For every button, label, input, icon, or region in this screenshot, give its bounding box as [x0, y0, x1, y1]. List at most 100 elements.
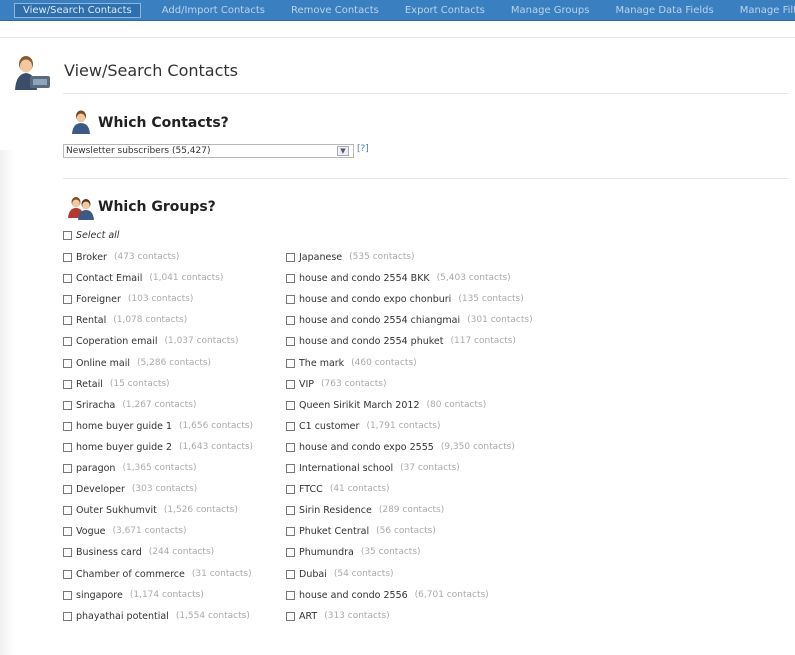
group-option[interactable]: Foreigner (103 contacts)	[63, 291, 193, 307]
group-option[interactable]: Phuket Central (56 contacts)	[286, 523, 436, 539]
select-all-checkbox[interactable]	[63, 230, 72, 240]
group-option[interactable]: house and condo 2554 BKK (5,403 contacts)	[286, 270, 511, 286]
group-checkbox[interactable]	[63, 379, 72, 389]
group-contact-count: (37 contacts)	[400, 463, 460, 473]
group-option[interactable]: Business card (244 contacts)	[63, 544, 214, 560]
group-option[interactable]: Sriracha (1,267 contacts)	[63, 397, 196, 413]
group-name: Queen Sirikit March 2012	[299, 399, 420, 411]
group-checkbox[interactable]	[63, 252, 72, 262]
group-checkbox[interactable]	[63, 294, 72, 304]
group-checkbox[interactable]	[286, 526, 295, 536]
group-contact-count: (54 contacts)	[333, 569, 394, 579]
group-checkbox[interactable]	[286, 442, 295, 452]
nav-item-manage-filters[interactable]: Manage Filters	[727, 5, 795, 16]
group-option[interactable]: singapore (1,174 contacts)	[63, 587, 204, 603]
group-checkbox[interactable]	[286, 379, 295, 389]
group-option[interactable]: house and condo expo chonburi (135 contac…	[286, 291, 524, 307]
group-option[interactable]: Japanese (535 contacts)	[286, 249, 415, 265]
group-option[interactable]: home buyer guide 2 (1,643 contacts)	[63, 439, 253, 455]
group-option[interactable]: Outer Sukhumvit (1,526 contacts)	[63, 502, 238, 518]
group-option[interactable]: ART (313 contacts)	[286, 608, 390, 624]
nav-item-manage-groups[interactable]: Manage Groups	[498, 5, 603, 16]
group-checkbox[interactable]	[63, 611, 72, 621]
group-checkbox[interactable]	[63, 505, 72, 515]
group-checkbox[interactable]	[286, 315, 295, 325]
group-option[interactable]: phayathai potential (1,554 contacts)	[63, 608, 250, 624]
group-checkbox[interactable]	[286, 505, 295, 515]
group-option[interactable]: FTCC (41 contacts)	[286, 481, 390, 497]
group-checkbox[interactable]	[286, 336, 295, 346]
group-checkbox[interactable]	[286, 273, 295, 283]
group-option[interactable]: house and condo 2556 (6,701 contacts)	[286, 587, 489, 603]
group-checkbox[interactable]	[63, 569, 72, 579]
nav-item-add-import-contacts[interactable]: Add/Import Contacts	[149, 5, 278, 16]
group-checkbox[interactable]	[286, 252, 295, 262]
group-option[interactable]: Developer (303 contacts)	[63, 481, 197, 497]
group-checkbox[interactable]	[63, 463, 72, 473]
group-option[interactable]: C1 customer (1,791 contacts)	[286, 418, 440, 434]
group-option[interactable]: house and condo 2554 phuket (117 contacts…	[286, 333, 516, 349]
group-contact-count: (244 contacts)	[148, 547, 215, 557]
group-option[interactable]: Coperation email (1,037 contacts)	[63, 333, 239, 349]
group-name: Outer Sukhumvit	[76, 504, 157, 516]
group-checkbox[interactable]	[286, 611, 295, 621]
group-contact-count: (1,656 contacts)	[179, 421, 254, 431]
group-option[interactable]: house and condo 2554 chiangmai (301 conta…	[286, 312, 533, 328]
group-checkbox[interactable]	[286, 358, 295, 368]
group-option[interactable]: Vogue (3,671 contacts)	[63, 523, 187, 539]
help-link[interactable]: [?]	[357, 144, 369, 154]
group-option[interactable]: Queen Sirikit March 2012 (80 contacts)	[286, 397, 486, 413]
group-checkbox[interactable]	[63, 484, 72, 494]
nav-item-manage-data-fields[interactable]: Manage Data Fields	[602, 5, 726, 16]
group-contact-count: (301 contacts)	[467, 315, 533, 325]
nav-item-export-contacts[interactable]: Export Contacts	[392, 5, 498, 16]
group-checkbox[interactable]	[63, 358, 72, 368]
group-option[interactable]: house and condo expo 2555 (9,350 contacts…	[286, 439, 515, 455]
nav-item-view-search-contacts[interactable]: View/Search Contacts	[14, 2, 141, 18]
group-option[interactable]: paragon (1,365 contacts)	[63, 460, 196, 476]
select-all-option[interactable]: Select all	[63, 227, 119, 243]
group-option[interactable]: International school (37 contacts)	[286, 460, 460, 476]
contact-list-select[interactable]: Newsletter subscribers (55,427) ▼	[63, 144, 354, 158]
group-option[interactable]: Contact Email (1,041 contacts)	[63, 270, 223, 286]
group-checkbox[interactable]	[63, 547, 72, 557]
group-checkbox[interactable]	[286, 294, 295, 304]
group-checkbox[interactable]	[63, 400, 72, 410]
group-checkbox[interactable]	[286, 590, 295, 600]
group-checkbox[interactable]	[63, 590, 72, 600]
group-checkbox[interactable]	[63, 273, 72, 283]
group-checkbox[interactable]	[286, 421, 295, 431]
group-option[interactable]: The mark (460 contacts)	[286, 355, 417, 371]
group-checkbox[interactable]	[63, 315, 72, 325]
group-contact-count: (1,791 contacts)	[366, 421, 441, 431]
group-option[interactable]: Chamber of commerce (31 contacts)	[63, 566, 252, 582]
group-name: ART	[299, 610, 318, 622]
group-checkbox[interactable]	[286, 484, 295, 494]
group-checkbox[interactable]	[286, 463, 295, 473]
group-checkbox[interactable]	[63, 421, 72, 431]
group-option[interactable]: Rental (1,078 contacts)	[63, 312, 187, 328]
group-checkbox[interactable]	[286, 547, 295, 557]
group-option[interactable]: Dubai (54 contacts)	[286, 566, 394, 582]
group-option[interactable]: Broker (473 contacts)	[63, 249, 179, 265]
group-option[interactable]: Phumundra (35 contacts)	[286, 544, 421, 560]
group-option[interactable]: Online mail (5,286 contacts)	[63, 355, 211, 371]
group-checkbox[interactable]	[286, 400, 295, 410]
group-people-icon	[68, 197, 94, 220]
group-checkbox[interactable]	[63, 442, 72, 452]
group-checkbox[interactable]	[63, 336, 72, 346]
chevron-down-icon[interactable]: ▼	[337, 146, 349, 156]
group-contact-count: (1,174 contacts)	[129, 590, 204, 600]
contact-list-select-value: Newsletter subscribers (55,427)	[66, 146, 211, 156]
group-contact-count: (1,037 contacts)	[164, 336, 239, 346]
nav-item-remove-contacts[interactable]: Remove Contacts	[278, 5, 392, 16]
group-checkbox[interactable]	[286, 569, 295, 579]
group-option[interactable]: Retail (15 contacts)	[63, 376, 170, 392]
group-name: VIP	[299, 378, 315, 390]
group-option[interactable]: Sirin Residence (289 contacts)	[286, 502, 444, 518]
group-option[interactable]: home buyer guide 1 (1,656 contacts)	[63, 418, 253, 434]
group-name: Phumundra	[299, 546, 354, 558]
group-option[interactable]: VIP (763 contacts)	[286, 376, 386, 392]
group-checkbox[interactable]	[63, 526, 72, 536]
group-name: singapore	[76, 589, 123, 601]
